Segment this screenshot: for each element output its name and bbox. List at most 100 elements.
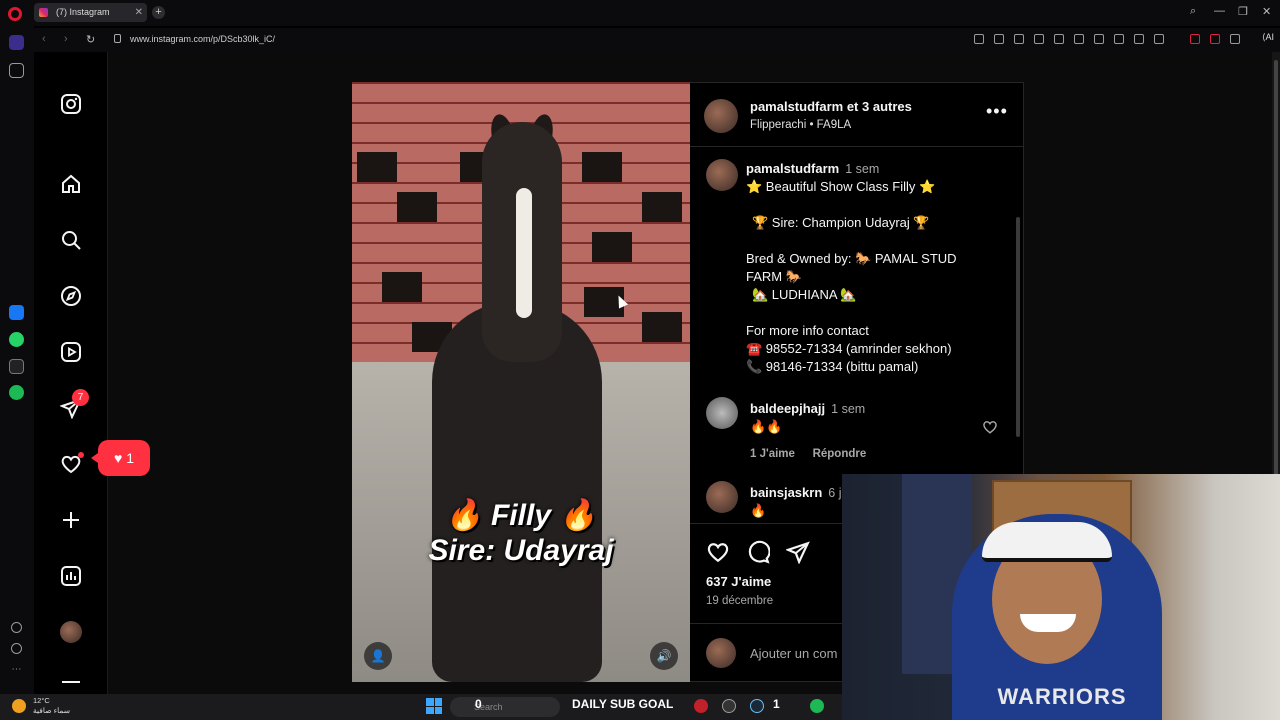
comment-avatar[interactable]: [706, 481, 738, 513]
notifications-icon[interactable]: [60, 452, 84, 475]
audio-link[interactable]: Flipperachi • FA9LA: [750, 119, 851, 131]
more-options-icon[interactable]: •••: [986, 101, 1008, 122]
weather-icon[interactable]: [12, 699, 26, 713]
heart-icon: ♥: [113, 450, 123, 466]
spotify-icon[interactable]: [9, 385, 24, 400]
messages-icon[interactable]: 7: [60, 389, 89, 419]
url-field[interactable]: www.instagram.com/p/DScb30lk_iC/: [130, 34, 275, 44]
opera-icon[interactable]: [8, 7, 22, 21]
window-close-icon[interactable]: ✕: [1262, 5, 1271, 18]
tab-title: (7) Instagram: [56, 7, 110, 17]
more-icon[interactable]: ⋯: [9, 664, 24, 679]
home-icon[interactable]: [9, 35, 24, 50]
create-icon[interactable]: [60, 509, 82, 531]
caption-line: 📞 98146-71334 (bittu pamal): [746, 359, 919, 374]
reels-icon[interactable]: [60, 341, 82, 363]
post-header: pamalstudfarm et 3 autres Flipperachi • …: [690, 83, 1023, 147]
owner-username[interactable]: pamalstudfarm: [750, 99, 843, 114]
forward-icon[interactable]: ›: [64, 33, 68, 45]
edit-icon[interactable]: [994, 34, 1004, 44]
star-icon[interactable]: [9, 63, 24, 78]
messages-badge: 7: [72, 389, 89, 406]
opera-icon[interactable]: [694, 699, 708, 713]
like-icon[interactable]: [706, 540, 730, 564]
heart-icon[interactable]: [1094, 34, 1104, 44]
play-icon[interactable]: [1074, 34, 1084, 44]
caption-avatar[interactable]: [706, 159, 738, 191]
adblock-icon[interactable]: [1210, 34, 1220, 44]
plus-icon[interactable]: +: [152, 6, 165, 19]
x-icon[interactable]: [9, 359, 24, 374]
horse-blaze: [516, 188, 532, 318]
back-icon[interactable]: ‹: [42, 33, 46, 45]
reload-icon[interactable]: ↻: [86, 33, 95, 46]
messenger-icon[interactable]: [9, 305, 24, 320]
profile-avatar[interactable]: [60, 621, 82, 643]
notification-popup[interactable]: ♥ 1: [91, 440, 150, 476]
dashboard-icon[interactable]: [60, 565, 82, 587]
tagged-users-button[interactable]: 👤: [364, 642, 392, 670]
comment-avatar[interactable]: [706, 397, 738, 429]
mute-button[interactable]: 🔊: [650, 642, 678, 670]
weather-widget[interactable]: 12°C سماء صافية: [33, 694, 70, 716]
close-icon[interactable]: ✕: [135, 3, 143, 22]
camera-icon[interactable]: [1014, 34, 1024, 44]
comments-list[interactable]: pamalstudfarm 1 sem ⭐ Beautiful Show Clas…: [690, 147, 1023, 523]
current-user-avatar: [706, 638, 736, 668]
notification-dot: [78, 452, 84, 458]
instagram-logo-icon[interactable]: [60, 93, 82, 115]
zoom-icon[interactable]: [974, 34, 984, 44]
comment-text: 🔥🔥: [750, 419, 783, 434]
comment-time: 1 sem: [831, 402, 866, 416]
caption-time: 1 sem: [845, 162, 880, 176]
comment-time: 6 j: [828, 486, 842, 500]
post-video[interactable]: 🔥 Filly 🔥 Sire: Udayraj 👤 🔊: [352, 82, 690, 682]
settings-icon[interactable]: [1054, 34, 1064, 44]
post-date: 19 décembre: [706, 595, 774, 607]
comments-scrollbar[interactable]: [1016, 217, 1020, 437]
cube-icon[interactable]: [1230, 34, 1240, 44]
shield-icon[interactable]: [1034, 34, 1044, 44]
caption-username[interactable]: pamalstudfarm: [746, 161, 839, 176]
reply-button[interactable]: Répondre: [813, 448, 867, 460]
share-icon[interactable]: [785, 540, 810, 565]
caption-line: ⭐ Beautiful Show Class Filly ⭐: [746, 179, 936, 194]
search-icon[interactable]: ⌕: [1190, 5, 1196, 18]
ai-button[interactable]: ⟨AI: [1262, 32, 1274, 43]
browser-tab[interactable]: (7) Instagram ✕: [34, 3, 147, 22]
obs-icon[interactable]: [722, 699, 736, 713]
account-icon[interactable]: [1154, 34, 1164, 44]
notification-count: 1: [126, 450, 135, 466]
more-menu-icon[interactable]: [60, 674, 82, 696]
minimize-icon[interactable]: —: [1214, 5, 1225, 17]
maximize-icon[interactable]: ❐: [1238, 5, 1248, 18]
taskbar: 12°C سماء صافية Search 0 DAILY SUB GOAL …: [0, 694, 842, 720]
taskbar-search[interactable]: Search: [450, 697, 560, 717]
whatsapp-icon[interactable]: [9, 332, 24, 347]
home-icon[interactable]: [60, 173, 82, 195]
comment-username[interactable]: baldeepjhajj: [750, 401, 825, 416]
collaborators-link[interactable]: et 3 autres: [847, 99, 912, 114]
comment-icon[interactable]: [746, 540, 771, 564]
shirt-text: WARRIORS: [997, 684, 1127, 709]
weather-text: سماء صافية: [33, 706, 71, 715]
webcam-overlay: WARRIORS: [842, 474, 1280, 720]
explore-icon[interactable]: [60, 285, 82, 307]
comment-like-icon[interactable]: [982, 419, 998, 440]
extension-icon[interactable]: [1190, 34, 1200, 44]
heart-icon[interactable]: [11, 622, 22, 633]
search-icon[interactable]: [60, 229, 82, 251]
spotify-icon[interactable]: [810, 699, 824, 713]
comment-input[interactable]: Ajouter un com: [750, 646, 837, 661]
instagram-sidebar: 7: [34, 52, 108, 694]
comment-likes[interactable]: 1 J'aime: [750, 448, 795, 460]
steam-icon[interactable]: [750, 699, 764, 713]
download-icon[interactable]: [1114, 34, 1124, 44]
owner-avatar[interactable]: [704, 99, 738, 133]
like-count[interactable]: 637 J'aime: [706, 574, 771, 589]
menu-icon[interactable]: [1134, 34, 1144, 44]
windows-start-icon[interactable]: [426, 698, 442, 714]
history-icon[interactable]: [11, 643, 22, 654]
comment-username[interactable]: bainsjaskrn: [750, 485, 822, 500]
browser-tab-bar: (7) Instagram ✕ + ⌕ — ❐ ✕: [0, 0, 1280, 26]
